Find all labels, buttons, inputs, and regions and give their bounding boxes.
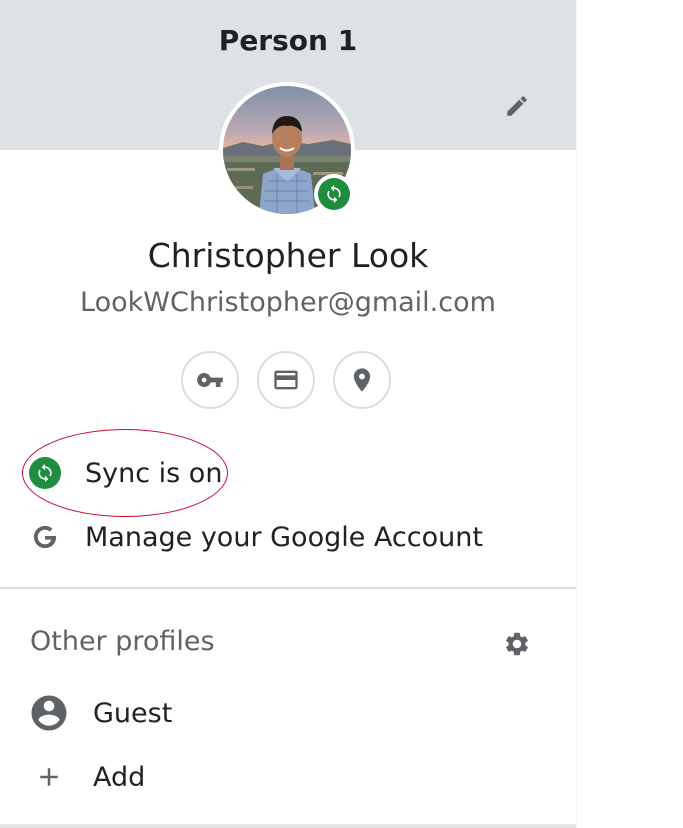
section-divider	[0, 587, 576, 589]
gear-icon	[506, 632, 528, 656]
manage-profiles-button[interactable]	[497, 624, 537, 664]
sync-row[interactable]: Sync is on	[0, 445, 576, 501]
profile-menu-panel: Person 1 Christopher Look LookWChristoph…	[0, 0, 577, 828]
user-name: Christopher Look	[147, 236, 429, 275]
sync-label: Sync is on	[85, 457, 223, 489]
addresses-button[interactable]	[333, 351, 391, 409]
plus-icon	[32, 760, 66, 794]
location-pin-icon	[353, 368, 371, 392]
pencil-icon	[507, 96, 527, 116]
other-profiles-title: Other profiles	[30, 626, 215, 657]
sync-icon	[38, 463, 52, 483]
manage-account-label: Manage your Google Account	[85, 521, 483, 553]
google-logo-icon	[28, 520, 62, 554]
profile-title: Person 1	[218, 24, 358, 57]
sync-icon	[327, 184, 341, 204]
add-profile-row[interactable]: Add	[0, 749, 576, 805]
guest-profile-row[interactable]: Guest	[0, 685, 576, 741]
credit-card-icon	[274, 370, 298, 390]
sync-status-badge	[314, 174, 354, 214]
passwords-button[interactable]	[181, 351, 239, 409]
edit-profile-button[interactable]	[497, 86, 537, 126]
guest-label: Guest	[93, 697, 173, 729]
key-icon	[197, 373, 223, 387]
manage-account-row[interactable]: Manage your Google Account	[0, 509, 576, 565]
account-circle-icon	[28, 692, 70, 734]
user-email: LookWChristopher@gmail.com	[80, 287, 496, 318]
payment-methods-button[interactable]	[257, 351, 315, 409]
sync-status-icon	[28, 456, 62, 490]
add-label: Add	[93, 761, 146, 793]
g-icon	[33, 525, 57, 549]
panel-bottom-edge	[0, 824, 576, 828]
